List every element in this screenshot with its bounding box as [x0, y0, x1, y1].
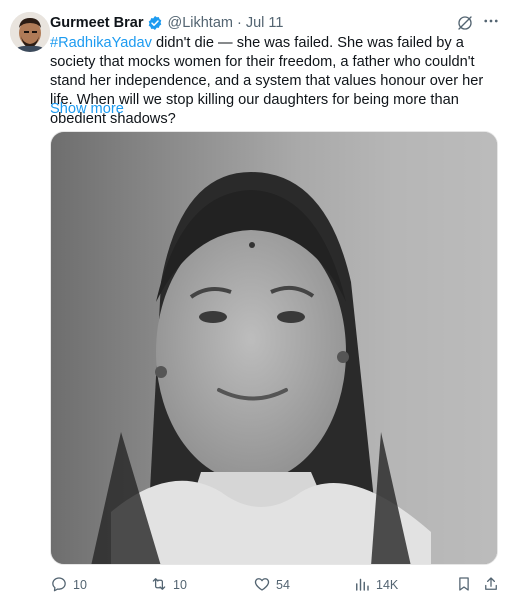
avatar[interactable]: [10, 12, 50, 52]
repost-icon: [150, 575, 168, 596]
post-date[interactable]: Jul 11: [246, 15, 284, 31]
views-icon: [353, 575, 371, 596]
tweet-card[interactable]: Gurmeet Brar @Likhtam · Jul 11 #RadhikaY…: [0, 0, 510, 600]
bookmark-button[interactable]: [455, 574, 473, 596]
views-count: 14K: [376, 578, 399, 592]
reply-button[interactable]: 10: [50, 574, 87, 596]
post-image[interactable]: [50, 131, 498, 565]
show-more-link[interactable]: Show more: [50, 101, 124, 117]
like-button[interactable]: 54: [253, 574, 290, 596]
author-handle[interactable]: @Likhtam: [167, 15, 233, 31]
grok-icon[interactable]: [456, 14, 474, 32]
share-button[interactable]: [482, 574, 500, 596]
reply-count: 10: [73, 578, 87, 592]
hashtag-link[interactable]: #RadhikaYadav: [50, 35, 152, 51]
views-button[interactable]: 14K: [353, 574, 398, 596]
separator-dot: ·: [236, 15, 242, 31]
action-bar: 10 10 54 14K: [48, 574, 503, 596]
tweet-header: Gurmeet Brar @Likhtam · Jul 11: [50, 14, 283, 32]
more-options-icon[interactable]: [482, 12, 500, 30]
share-icon: [482, 575, 500, 596]
like-count: 54: [276, 578, 290, 592]
repost-button[interactable]: 10: [150, 574, 187, 596]
like-icon: [253, 575, 271, 596]
author-name[interactable]: Gurmeet Brar: [50, 15, 143, 31]
repost-count: 10: [173, 578, 187, 592]
reply-icon: [50, 575, 68, 596]
bookmark-icon: [455, 575, 473, 596]
verified-badge-icon: [147, 15, 163, 31]
